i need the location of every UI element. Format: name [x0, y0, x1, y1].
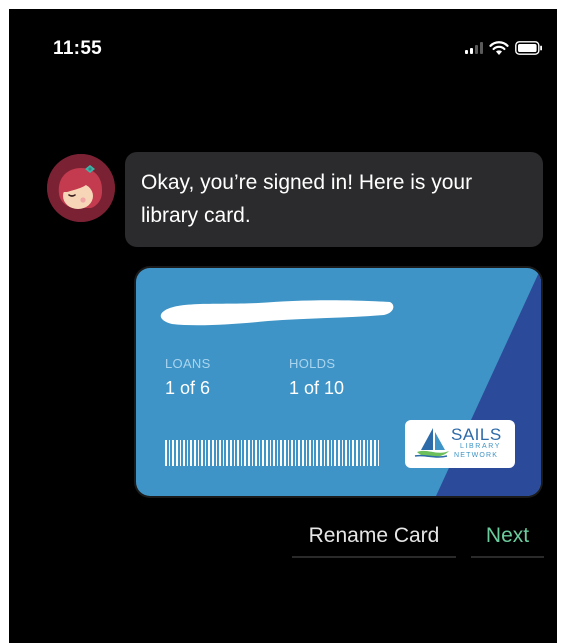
barcode-bar	[349, 440, 350, 466]
status-icons	[465, 40, 543, 56]
logo-line-network: NETWORK	[454, 452, 499, 459]
barcode-bar	[241, 440, 242, 466]
rename-card-button[interactable]: Rename Card	[292, 516, 456, 558]
barcode-bar	[302, 440, 304, 466]
barcode-bar	[169, 440, 170, 466]
barcode-bar	[262, 440, 264, 466]
barcode-bar	[360, 440, 361, 466]
barcode-bar	[273, 440, 275, 466]
app-screen: 11:55 Okay, you’re signed in! Here is yo…	[9, 9, 557, 643]
librarian-avatar-icon	[47, 154, 115, 222]
barcode-bar	[352, 440, 354, 466]
barcode-bar	[216, 440, 217, 466]
barcode-bar	[331, 440, 332, 466]
barcode-bar	[230, 440, 232, 466]
barcode-bar	[244, 440, 246, 466]
barcode-bar	[176, 440, 178, 466]
barcode-bar	[223, 440, 224, 466]
status-time: 11:55	[53, 38, 103, 59]
barcode-bar	[198, 440, 199, 466]
holds-value: 1 of 10	[289, 378, 345, 398]
barcode-bar	[295, 440, 296, 466]
barcode-bar	[298, 440, 300, 466]
barcode-bar	[374, 440, 376, 466]
sailboat-icon	[414, 428, 449, 458]
barcode-bar	[291, 440, 293, 466]
chat-message-bubble: Okay, you’re signed in! Here is your lib…	[125, 152, 543, 247]
barcode-bar	[172, 440, 174, 466]
barcode-bar	[165, 440, 167, 466]
barcode-bar	[212, 440, 214, 466]
barcode-bar	[201, 440, 203, 466]
barcode-bar	[284, 440, 286, 466]
barcode-bar	[306, 440, 307, 466]
barcode-bar	[309, 440, 311, 466]
barcode-bar	[378, 440, 379, 466]
library-card: LOANS 1 of 6 HOLDS 1 of 10 SAILS LIBRARY…	[136, 268, 541, 496]
barcode-bar	[237, 440, 239, 466]
chat-message-text: Okay, you’re signed in! Here is your lib…	[141, 171, 473, 227]
barcode-bar	[183, 440, 185, 466]
barcode-bar	[248, 440, 250, 466]
barcode-bar	[288, 440, 289, 466]
barcode-bar	[356, 440, 358, 466]
barcode-bar	[280, 440, 282, 466]
barcode-bar	[277, 440, 278, 466]
barcode-bar	[327, 440, 329, 466]
barcode-bar	[338, 440, 340, 466]
barcode-bar	[266, 440, 268, 466]
barcode-bar	[255, 440, 257, 466]
barcode-bar	[316, 440, 318, 466]
barcode-bar	[219, 440, 221, 466]
barcode-bar	[342, 440, 343, 466]
barcode-bar	[208, 440, 210, 466]
barcode-bar	[363, 440, 365, 466]
next-button[interactable]: Next	[471, 516, 544, 558]
barcode-bar	[334, 440, 336, 466]
barcode-bar	[205, 440, 206, 466]
battery-icon	[515, 41, 542, 55]
barcode-bar	[259, 440, 260, 466]
barcode-bar	[270, 440, 271, 466]
barcode-bar	[345, 440, 347, 466]
barcode-bar	[320, 440, 322, 466]
barcode-bar	[367, 440, 368, 466]
logo-line-library: LIBRARY	[460, 443, 502, 450]
wifi-icon	[489, 40, 509, 55]
cellular-signal-icon	[465, 42, 483, 54]
loans-label: LOANS	[165, 356, 211, 371]
holds-label: HOLDS	[289, 356, 336, 371]
status-bar: 11:55	[9, 9, 557, 89]
barcode-bar	[252, 440, 253, 466]
sails-library-logo: SAILS LIBRARY NETWORK	[405, 420, 515, 468]
barcode-bar	[324, 440, 325, 466]
barcode-bar	[234, 440, 235, 466]
barcode-bar	[313, 440, 314, 466]
logo-line-sails: SAILS	[451, 425, 502, 444]
loans-value: 1 of 6	[165, 378, 211, 398]
barcode-bar	[190, 440, 192, 466]
barcode-bar	[180, 440, 181, 466]
barcode-bar	[370, 440, 372, 466]
barcode-icon	[165, 440, 379, 466]
barcode-bar	[226, 440, 228, 466]
card-name-redacted	[160, 300, 394, 326]
barcode-bar	[194, 440, 196, 466]
barcode-bar	[187, 440, 188, 466]
